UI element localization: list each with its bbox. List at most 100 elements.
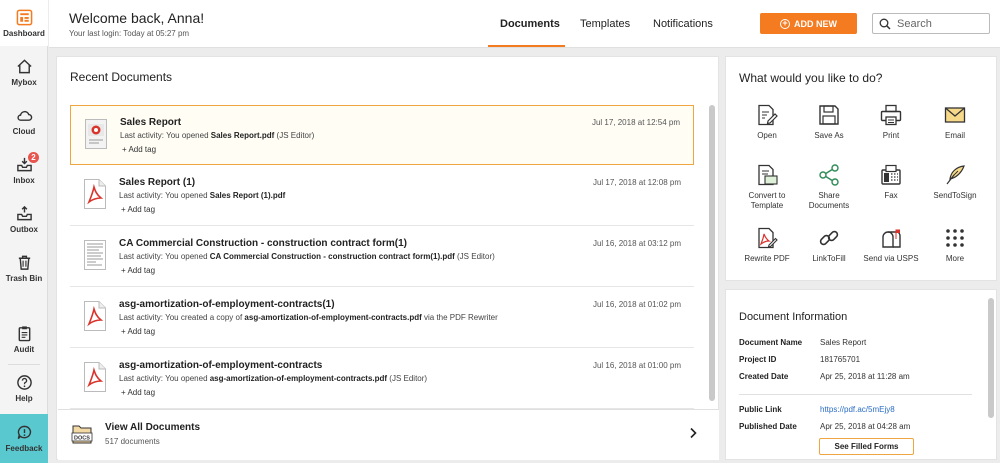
action-label: LinkToFill — [812, 254, 846, 263]
public-link[interactable]: https://pdf.ac/5mEjy8 — [820, 405, 895, 414]
add-tag-link[interactable]: + Add tag — [121, 388, 155, 397]
documents-scrollbar[interactable] — [709, 105, 715, 401]
mailbox-icon — [882, 229, 901, 248]
action-label: SendToSign — [933, 191, 977, 200]
document-date: Jul 16, 2018 at 01:00 pm — [592, 361, 681, 370]
document-activity: Last activity: You opened Sales Report.p… — [120, 131, 315, 140]
edit-document-icon — [758, 104, 778, 126]
document-name: Sales Report — [120, 117, 182, 128]
document-row[interactable]: Sales Report (1) Last activity: You open… — [70, 166, 694, 226]
add-tag-link[interactable]: + Add tag — [121, 205, 155, 214]
form-thumbnail-icon — [84, 240, 106, 270]
tab-documents[interactable]: Documents — [500, 18, 560, 30]
pdf-icon — [84, 301, 106, 331]
action-label: Rewrite PDF — [744, 254, 790, 263]
sidebar-item-help[interactable]: Help — [0, 365, 48, 411]
chain-link-icon — [819, 230, 839, 246]
header: Welcome back, Anna! Your last login: Tod… — [49, 0, 1000, 48]
document-activity: Last activity: You created a copy of asg… — [119, 313, 498, 322]
action-rewrite-pdf[interactable]: Rewrite PDF — [736, 227, 798, 283]
action-fax[interactable]: Fax — [860, 164, 922, 220]
see-filled-forms-button[interactable]: See Filled Forms — [819, 438, 914, 455]
search-icon — [879, 18, 891, 30]
sidebar-item-mybox[interactable]: Mybox — [0, 49, 48, 95]
action-label: Convert to Template — [748, 191, 786, 210]
sidebar-item-trash-bin[interactable]: Trash Bin — [0, 245, 48, 291]
search-box[interactable] — [872, 13, 990, 34]
add-tag-link[interactable]: + Add tag — [121, 266, 155, 275]
actions-panel: What would you like to do? Open Save As … — [725, 56, 997, 281]
outbox-icon — [16, 205, 32, 220]
action-save-as[interactable]: Save As — [798, 104, 860, 160]
welcome-message: Welcome back, Anna! — [69, 10, 205, 26]
search-input[interactable] — [897, 17, 982, 30]
view-all-title: View All Documents — [105, 422, 201, 433]
info-key: Document Name — [739, 338, 803, 347]
info-key: Published Date — [739, 422, 797, 431]
action-print[interactable]: Print — [860, 104, 922, 160]
action-label: Email — [944, 131, 965, 140]
action-label: Save As — [814, 131, 844, 140]
document-date: Jul 17, 2018 at 12:54 pm — [591, 118, 680, 127]
view-all-documents-button[interactable]: DOCS View All Documents 517 documents — [58, 409, 719, 460]
document-row[interactable]: Sales Report Last activity: You opened S… — [70, 105, 694, 165]
sidebar-item-label: Inbox — [13, 175, 35, 185]
sidebar: Dashboard Mybox Cloud 2 Inbox Outbox Tra… — [0, 0, 48, 463]
sidebar-item-outbox[interactable]: Outbox — [0, 196, 48, 242]
info-value: Sales Report — [820, 338, 867, 347]
share-icon — [819, 164, 839, 186]
document-row[interactable]: CA Commercial Construction - constructio… — [70, 227, 694, 287]
action-open[interactable]: Open — [736, 104, 798, 160]
sidebar-item-cloud[interactable]: Cloud — [0, 98, 48, 144]
feedback-icon — [17, 425, 31, 440]
more-dots-icon — [946, 229, 964, 247]
sidebar-item-label: Audit — [13, 344, 35, 354]
action-share-documents[interactable]: Share Documents — [798, 164, 860, 220]
action-link-to-fill[interactable]: LinkToFill — [798, 227, 860, 283]
home-icon — [16, 58, 32, 73]
action-more[interactable]: More — [924, 227, 986, 283]
action-email[interactable]: Email — [924, 104, 986, 160]
action-send-via-usps[interactable]: Send via USPS — [860, 227, 922, 283]
dashboard-icon — [16, 9, 32, 25]
sidebar-item-label: Trash Bin — [5, 273, 43, 283]
document-date: Jul 16, 2018 at 01:02 pm — [592, 300, 681, 309]
action-label: Share Documents — [808, 191, 850, 210]
documents-count: 517 documents — [105, 437, 160, 446]
report-thumbnail-icon — [85, 119, 107, 149]
action-send-to-sign[interactable]: SendToSign — [924, 164, 986, 220]
sidebar-item-label: Mybox — [11, 77, 37, 87]
info-value: 181765701 — [820, 355, 861, 364]
add-tag-link[interactable]: + Add tag — [121, 327, 155, 336]
document-row[interactable]: asg-amortization-of-employment-contracts… — [70, 349, 694, 409]
info-scrollbar[interactable] — [988, 298, 994, 418]
sidebar-item-feedback[interactable]: Feedback — [0, 414, 48, 463]
add-tag-link[interactable]: + Add tag — [122, 145, 156, 154]
document-name: asg-amortization-of-employment-contracts… — [119, 299, 335, 310]
action-label: Print — [882, 131, 900, 140]
sidebar-item-label: Cloud — [12, 126, 36, 136]
sidebar-item-label: Help — [15, 393, 33, 403]
tab-templates[interactable]: Templates — [580, 18, 630, 30]
document-information-title: Document Information — [739, 311, 848, 323]
document-activity: Last activity: You opened asg-amortizati… — [119, 374, 428, 383]
action-convert-to-template[interactable]: Convert to Template — [736, 164, 798, 220]
help-icon — [16, 374, 32, 390]
floppy-disk-icon — [819, 105, 839, 125]
document-date: Jul 16, 2018 at 03:12 pm — [592, 239, 681, 248]
action-label: Fax — [884, 191, 898, 200]
sidebar-item-audit[interactable]: Audit — [0, 316, 48, 362]
info-key: Public Link — [739, 405, 782, 414]
action-label: Open — [757, 131, 777, 140]
clipboard-icon — [18, 325, 30, 341]
sidebar-item-dashboard[interactable]: Dashboard — [0, 0, 48, 46]
action-label: More — [945, 254, 965, 263]
inbox-badge: 2 — [28, 152, 39, 163]
svg-text:DOCS: DOCS — [74, 436, 90, 442]
active-tab-indicator — [488, 45, 565, 47]
action-label: Send via USPS — [863, 254, 919, 263]
add-new-button[interactable]: + ADD NEW — [760, 13, 857, 34]
document-row[interactable]: asg-amortization-of-employment-contracts… — [70, 288, 694, 348]
tab-notifications[interactable]: Notifications — [653, 18, 713, 30]
sidebar-item-inbox[interactable]: 2 Inbox — [0, 147, 48, 193]
